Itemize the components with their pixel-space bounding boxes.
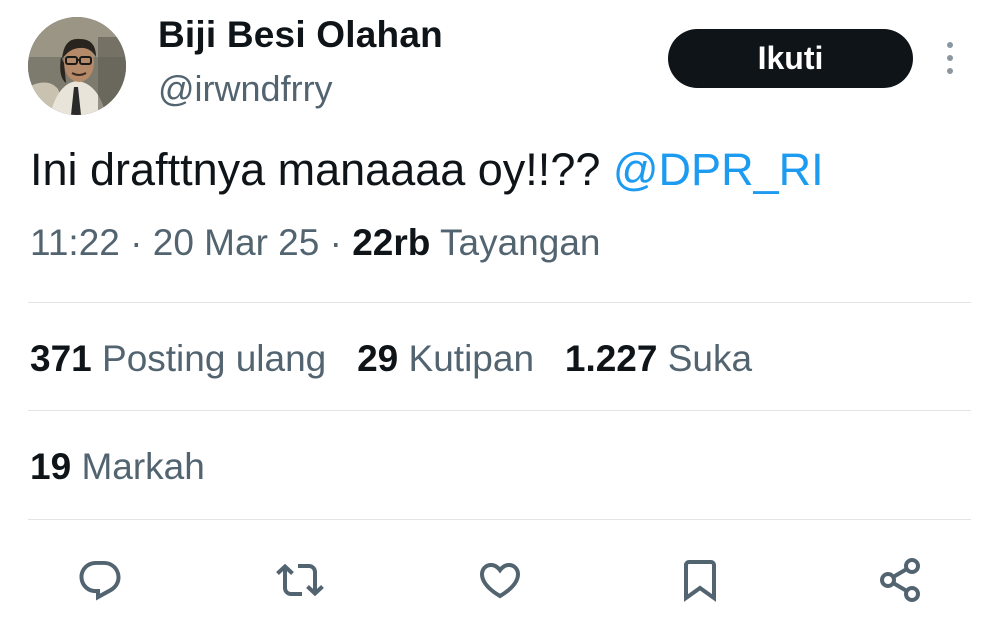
bookmarks-count: 19 [30, 446, 72, 487]
bookmark-button[interactable] [672, 552, 728, 608]
quotes-count: 29 [357, 338, 399, 379]
views-count: 22rb [352, 222, 431, 263]
heart-icon [479, 563, 521, 599]
likes-label: Suka [667, 338, 753, 379]
bookmarks-stat[interactable]: 19 Markah [30, 446, 205, 487]
divider [28, 410, 971, 411]
likes-stat[interactable]: 1.227 Suka [565, 338, 752, 379]
tweet-text: Ini drafttnya manaaaa oy!!?? @DPR_RI [30, 144, 824, 196]
views-label: Tayangan [440, 222, 601, 263]
like-button[interactable] [472, 552, 528, 608]
share-button[interactable] [872, 552, 928, 608]
bookmark-stats: 19 Markah [30, 446, 205, 488]
more-vertical-icon[interactable] [940, 40, 960, 76]
meta-separator: · [119, 222, 153, 263]
reposts-label: Posting ulang [102, 338, 327, 379]
divider [28, 302, 971, 303]
reply-icon [79, 561, 121, 601]
action-bar [0, 552, 1000, 608]
tweet-date[interactable]: 20 Mar 25 [153, 222, 320, 263]
follow-button[interactable]: Ikuti [668, 29, 913, 88]
repost-icon [276, 563, 324, 597]
author-display-name[interactable]: Biji Besi Olahan [158, 14, 443, 56]
tweet-time[interactable]: 11:22 [30, 222, 120, 263]
reposts-count: 371 [30, 338, 92, 379]
tweet-body: Ini drafttnya manaaaa oy!!?? [30, 144, 613, 195]
quotes-label: Kutipan [408, 338, 535, 379]
bookmarks-label: Markah [81, 446, 205, 487]
avatar[interactable] [28, 17, 126, 115]
meta-separator: · [319, 222, 353, 263]
author-handle[interactable]: @irwndfrry [158, 68, 333, 110]
likes-count: 1.227 [564, 338, 658, 379]
reposts-stat[interactable]: 371 Posting ulang [30, 338, 326, 379]
quotes-stat[interactable]: 29 Kutipan [357, 338, 534, 379]
mention-link[interactable]: @DPR_RI [613, 144, 824, 195]
engagement-stats: 371 Posting ulang 29 Kutipan 1.227 Suka [30, 338, 752, 380]
divider [28, 519, 971, 520]
share-icon [880, 558, 920, 602]
tweet-meta: 11:22 · 20 Mar 25 · 22rb Tayangan [30, 222, 600, 264]
reply-button[interactable] [72, 552, 128, 608]
repost-button[interactable] [272, 552, 328, 608]
bookmark-icon [684, 560, 716, 602]
